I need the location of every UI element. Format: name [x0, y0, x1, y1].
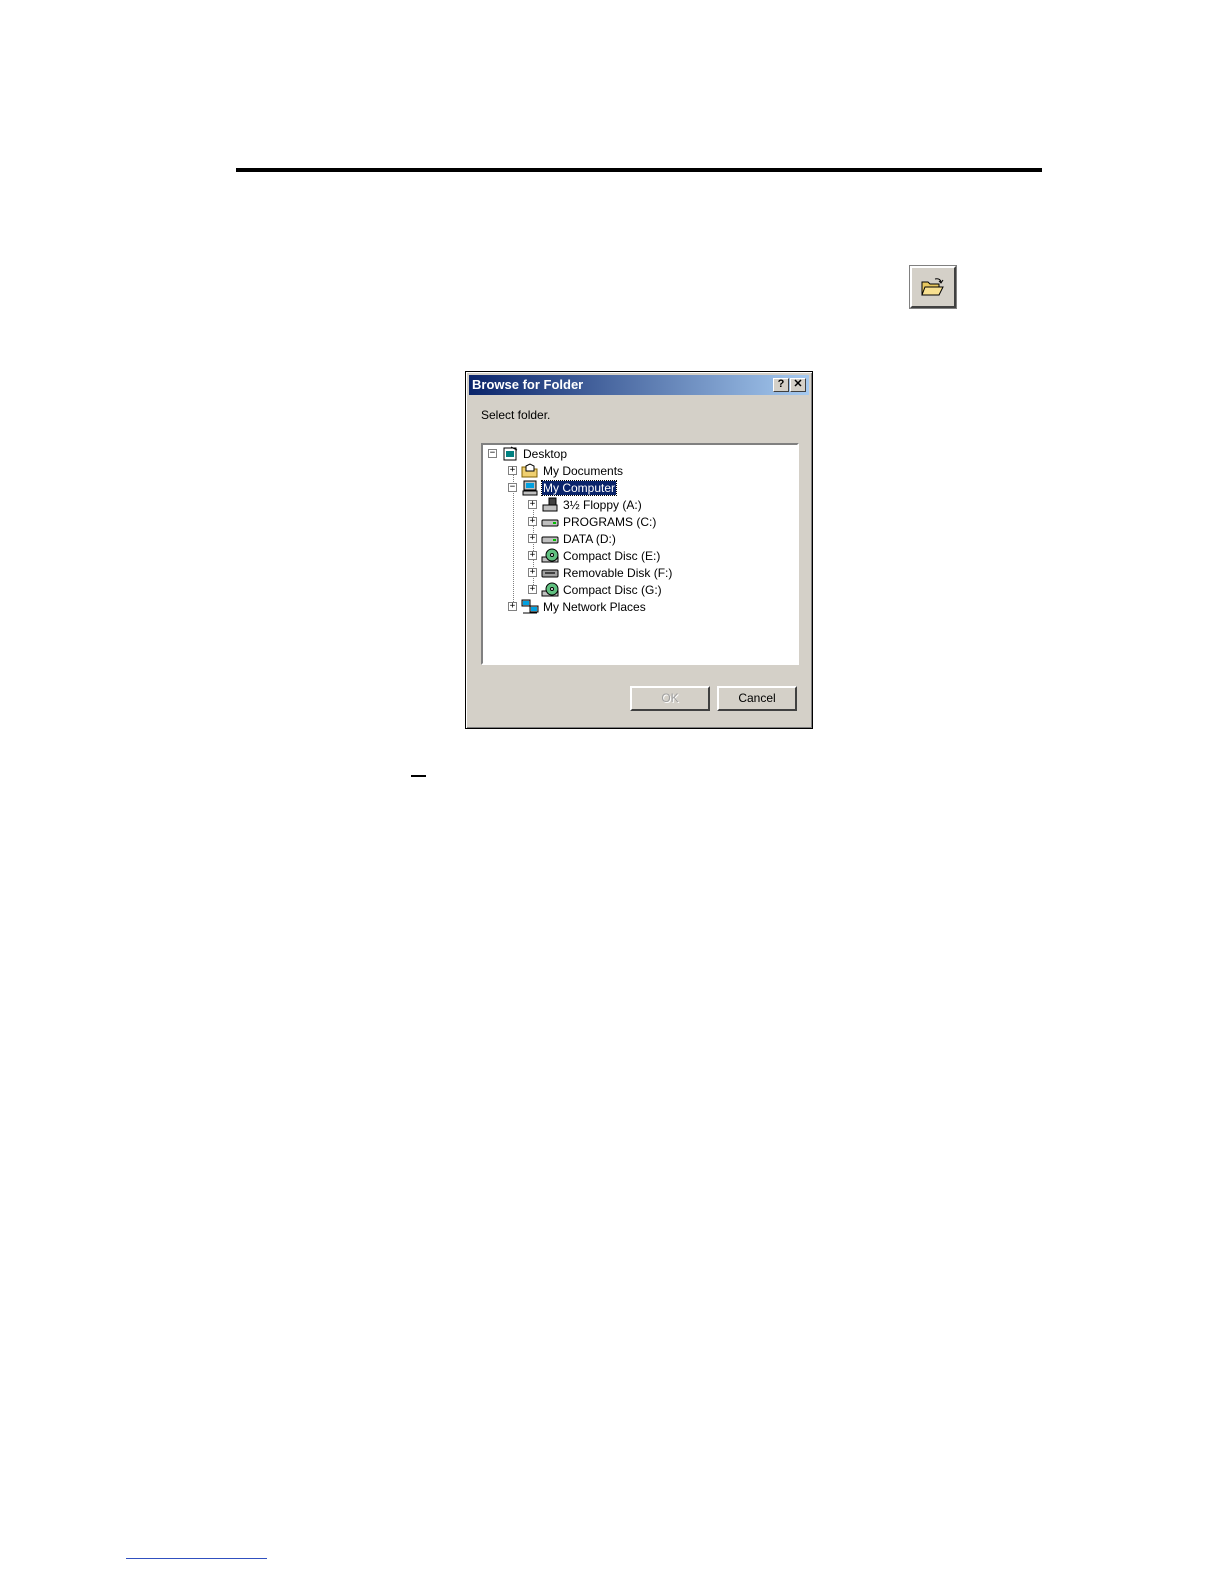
- collapse-icon[interactable]: −: [488, 449, 497, 458]
- browse-for-folder-dialog: Browse for Folder ? ✕ Select folder. − D…: [465, 371, 813, 729]
- dialog-title: Browse for Folder: [472, 377, 584, 392]
- tree-item-label: DATA (D:): [563, 531, 616, 546]
- tree-item-label: My Network Places: [543, 599, 646, 614]
- tree-item-label: Compact Disc (G:): [563, 582, 662, 597]
- tree-item-compact-disc-e[interactable]: + Compact Disc (E:): [528, 547, 661, 564]
- folder-icon: [521, 462, 538, 477]
- expand-icon[interactable]: +: [528, 585, 537, 594]
- expand-icon[interactable]: +: [528, 534, 537, 543]
- tree-item-removable-disk-f[interactable]: + Removable Disk (F:): [528, 564, 673, 581]
- open-folder-button[interactable]: [909, 265, 957, 309]
- tree-item-compact-disc-g[interactable]: + Compact Disc (G:): [528, 581, 663, 598]
- tree-item-my-documents[interactable]: + My Documents: [508, 462, 624, 479]
- expand-icon[interactable]: +: [528, 500, 537, 509]
- removable-disk-icon: [541, 569, 559, 577]
- network-icon: [521, 599, 539, 613]
- tree-item-my-computer[interactable]: − My Computer: [508, 479, 618, 496]
- expand-icon[interactable]: +: [508, 466, 517, 475]
- floppy-icon: [542, 497, 558, 511]
- folder-tree[interactable]: − Desktop + My Documents − My Computer +…: [481, 443, 799, 665]
- dialog-prompt: Select folder.: [481, 408, 551, 422]
- tree-item-programs-c[interactable]: + PROGRAMS (C:): [528, 513, 657, 530]
- expand-icon[interactable]: +: [528, 568, 537, 577]
- tree-item-label: Removable Disk (F:): [563, 565, 673, 580]
- tree-item-label: Compact Disc (E:): [563, 548, 661, 563]
- header-rule: [236, 168, 1042, 172]
- tree-item-desktop[interactable]: − Desktop: [488, 445, 568, 462]
- drive-icon: [541, 536, 559, 543]
- desktop-icon: [503, 446, 518, 460]
- underscore-mark: [411, 775, 426, 777]
- open-folder-icon: [921, 278, 944, 296]
- drive-icon: [541, 519, 559, 526]
- cancel-button[interactable]: Cancel: [717, 686, 797, 711]
- close-button[interactable]: ✕: [790, 378, 806, 392]
- dialog-titlebar: Browse for Folder ? ✕: [469, 375, 809, 395]
- cd-icon: [541, 548, 559, 562]
- tree-item-label: My Computer: [540, 479, 618, 496]
- computer-icon: [522, 480, 538, 495]
- help-button[interactable]: ?: [773, 378, 789, 392]
- tree-item-label: 3½ Floppy (A:): [563, 497, 642, 512]
- cd-icon: [541, 582, 559, 596]
- expand-icon[interactable]: +: [528, 551, 537, 560]
- tree-item-label: Desktop: [523, 446, 568, 461]
- tree-item-label: PROGRAMS (C:): [563, 514, 657, 529]
- expand-icon[interactable]: +: [528, 517, 537, 526]
- tree-item-floppy-a[interactable]: + 3½ Floppy (A:): [528, 496, 643, 513]
- tree-item-data-d[interactable]: + DATA (D:): [528, 530, 617, 547]
- collapse-icon[interactable]: −: [508, 483, 517, 492]
- footnote-rule: [126, 1558, 267, 1559]
- tree-item-label: My Documents: [543, 463, 624, 478]
- tree-item-my-network-places[interactable]: + My Network Places: [508, 598, 647, 615]
- ok-button[interactable]: OK: [630, 686, 710, 711]
- expand-icon[interactable]: +: [508, 602, 517, 611]
